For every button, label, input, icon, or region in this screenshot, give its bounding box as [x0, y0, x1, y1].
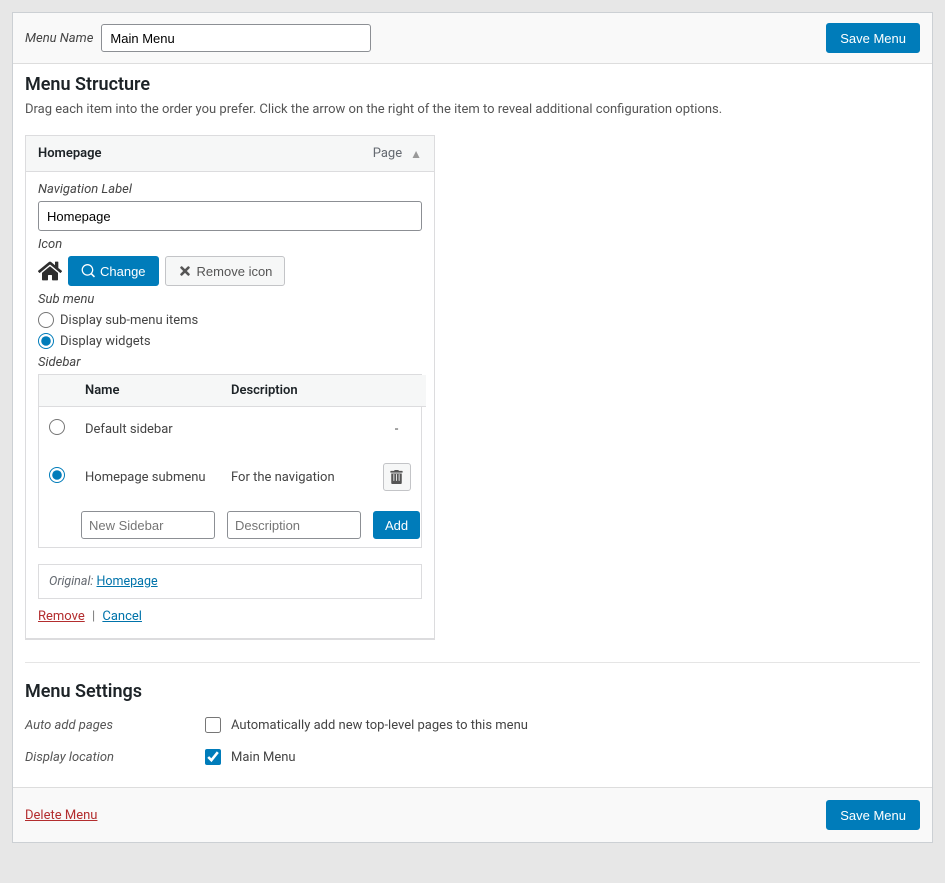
- top-bar: Menu Name Save Menu: [13, 13, 932, 64]
- sidebar-table: Name Description Default sidebar -: [38, 374, 422, 548]
- menu-settings-heading: Menu Settings: [25, 681, 920, 702]
- display-location-label: Display location: [25, 750, 205, 765]
- search-icon: [81, 264, 95, 278]
- menu-item-title: Homepage: [38, 146, 102, 161]
- auto-add-text: Automatically add new top-level pages to…: [231, 718, 528, 733]
- settings-row-auto-add: Auto add pages Automatically add new top…: [25, 709, 920, 741]
- submenu-items-radio[interactable]: [38, 312, 54, 328]
- nav-label-label: Navigation Label: [38, 182, 422, 197]
- menu-name-label: Menu Name: [25, 31, 93, 46]
- submenu-widgets-label: Display widgets: [60, 334, 151, 349]
- settings-row-display-location: Display location Main Menu: [25, 741, 920, 773]
- sidebar-select-radio[interactable]: [49, 467, 65, 483]
- col-desc: Description: [221, 375, 367, 407]
- sidebar-select-radio[interactable]: [49, 419, 65, 435]
- sidebar-label: Sidebar: [38, 355, 422, 370]
- new-sidebar-desc-input[interactable]: [227, 511, 361, 539]
- menu-item: Homepage Page ▲ Navigation Label Icon Ch…: [25, 135, 435, 640]
- main: Menu Structure Drag each item into the o…: [13, 64, 932, 787]
- sidebar-name: Default sidebar: [75, 407, 221, 452]
- menu-item-type: Page: [373, 146, 402, 161]
- divider: [25, 662, 920, 663]
- home-icon: [38, 260, 62, 282]
- collapse-up-icon: ▲: [410, 147, 422, 161]
- cancel-item-link[interactable]: Cancel: [102, 609, 142, 624]
- remove-icon-button[interactable]: Remove icon: [165, 256, 286, 286]
- change-icon-label: Change: [100, 264, 146, 279]
- change-icon-button[interactable]: Change: [68, 256, 159, 286]
- menu-item-body: Navigation Label Icon Change Remove icon…: [26, 172, 434, 639]
- bottom-bar: Delete Menu Save Menu: [13, 787, 932, 842]
- auto-add-checkbox[interactable]: [205, 717, 221, 733]
- col-name: Name: [75, 375, 221, 407]
- remove-icon-label: Remove icon: [197, 264, 273, 279]
- submenu-items-label: Display sub-menu items: [60, 313, 198, 328]
- delete-sidebar-button[interactable]: [383, 463, 411, 491]
- original-link[interactable]: Homepage: [97, 574, 158, 589]
- close-icon: [178, 264, 192, 278]
- icon-label: Icon: [38, 237, 422, 252]
- item-actions: Remove | Cancel: [38, 609, 422, 624]
- add-sidebar-button[interactable]: Add: [373, 511, 420, 539]
- original-label: Original:: [49, 574, 93, 589]
- save-menu-button-bottom[interactable]: Save Menu: [826, 800, 920, 830]
- menu-structure-description: Drag each item into the order you prefer…: [25, 102, 920, 117]
- remove-item-link[interactable]: Remove: [38, 609, 85, 624]
- sidebar-action-none: -: [367, 407, 426, 452]
- save-menu-button-top[interactable]: Save Menu: [826, 23, 920, 53]
- sidebar-desc: [221, 407, 367, 452]
- sidebar-new-row: Add: [39, 503, 426, 547]
- menu-structure-heading: Menu Structure: [25, 74, 920, 95]
- submenu-widgets-radio[interactable]: [38, 333, 54, 349]
- sidebar-name: Homepage submenu: [75, 451, 221, 503]
- auto-add-label: Auto add pages: [25, 718, 205, 733]
- display-location-text: Main Menu: [231, 750, 296, 765]
- menu-name-input[interactable]: [101, 24, 371, 52]
- delete-menu-link[interactable]: Delete Menu: [25, 808, 97, 823]
- sidebar-desc: For the navigation: [221, 451, 367, 503]
- menu-edit-panel: Menu Name Save Menu Menu Structure Drag …: [12, 12, 933, 843]
- trash-icon: [390, 470, 403, 484]
- table-row: Homepage submenu For the navigation: [39, 451, 426, 503]
- action-separator: |: [92, 609, 95, 624]
- display-location-checkbox[interactable]: [205, 749, 221, 765]
- menu-item-header[interactable]: Homepage Page ▲: [26, 136, 434, 172]
- original-box: Original: Homepage: [38, 564, 422, 599]
- table-row: Default sidebar -: [39, 407, 426, 452]
- new-sidebar-name-input[interactable]: [81, 511, 215, 539]
- nav-label-input[interactable]: [38, 201, 422, 231]
- submenu-label: Sub menu: [38, 292, 422, 307]
